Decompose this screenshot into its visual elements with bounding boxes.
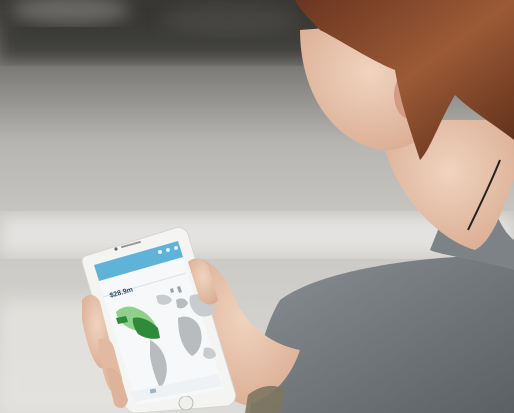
home-button: [178, 395, 194, 411]
search-icon: [158, 250, 162, 254]
photo-scene: $28.9m: [0, 0, 514, 413]
scene-illustration: [0, 0, 514, 413]
filter-icon: [166, 248, 170, 252]
menu-icon: [174, 246, 178, 250]
